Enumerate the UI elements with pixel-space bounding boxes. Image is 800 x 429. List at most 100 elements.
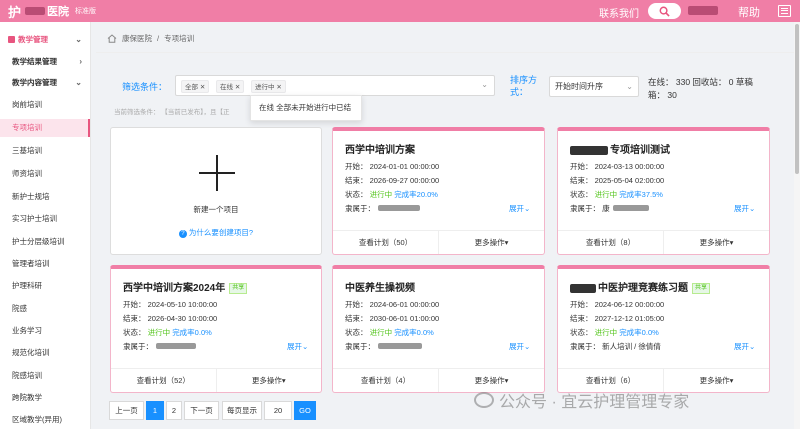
card-status: 状态： 进行中 完成率0.0%: [570, 328, 659, 337]
card-owner: 隶属于：: [345, 203, 420, 214]
new-project-card[interactable]: 新建一个项目 ? 为什么要创建项目?: [110, 127, 322, 255]
prev-page-button[interactable]: 上一页: [109, 401, 144, 420]
card-end: 结束： 2027-12-12 01:05:00: [570, 314, 665, 323]
card-end: 结束： 2025-05-04 02:00:00: [570, 176, 665, 185]
sort-select[interactable]: 开始时间升序 ⌄: [549, 76, 639, 97]
sidebar-item-newnurse[interactable]: 新护士规培: [0, 188, 90, 206]
wechat-icon: [474, 392, 494, 408]
sidebar-item-manager[interactable]: 管理者培训: [0, 255, 90, 273]
hospital-name: 医院: [47, 6, 70, 18]
plus-icon[interactable]: [199, 155, 235, 191]
project-card: 西学中培训方案 开始： 2024-01-01 00:00:00 结束： 2026…: [332, 127, 545, 255]
home-icon[interactable]: [107, 34, 117, 43]
sidebar-item-special[interactable]: 专项培训: [0, 119, 90, 137]
expand-link[interactable]: 展开⌄: [734, 203, 755, 214]
filter-tag-all: 全部 ✕: [181, 80, 210, 93]
card-start: 开始： 2024-01-01 00:00:00: [345, 162, 440, 171]
card-title[interactable]: 中医护理竞赛练习题 共享: [570, 279, 711, 294]
logo: 护: [8, 4, 22, 20]
per-page-input[interactable]: 20: [264, 401, 292, 420]
menu-icon[interactable]: [778, 5, 791, 17]
chevron-down-icon: ⌄: [302, 342, 309, 351]
close-icon[interactable]: ✕: [235, 84, 240, 91]
stats-text: 在线： 330 回收站： 0 草稿 箱： 30: [648, 77, 753, 100]
card-status: 状态： 进行中 完成率0.0%: [123, 328, 212, 337]
expand-link[interactable]: 展开⌄: [509, 203, 530, 214]
sidebar-item-content[interactable]: 教学内容管理 ⌄: [0, 74, 90, 92]
filter-label: 筛选条件：: [122, 82, 168, 92]
sidebar-item-study[interactable]: 业务学习: [0, 322, 90, 340]
card-owner: 隶属于：: [345, 341, 422, 352]
view-plan-button[interactable]: 查看计划（8）: [558, 231, 663, 254]
caret-down-icon: ▾: [504, 376, 509, 385]
filter-tag-online: 在线 ✕: [216, 80, 245, 93]
view-plan-button[interactable]: 查看计划（52）: [111, 369, 216, 392]
next-page-button[interactable]: 下一页: [184, 401, 219, 420]
breadcrumb-separator: /: [157, 34, 160, 43]
page-1-button[interactable]: 1: [146, 401, 164, 420]
card-start: 开始： 2024-06-12 00:00:00: [570, 300, 665, 309]
current-filter-text: 当前筛选条件： 【当前已发布】，且【正: [114, 109, 230, 116]
help-link[interactable]: 帮助: [738, 4, 760, 20]
card-footer: 查看计划（8） 更多操作▾: [558, 230, 769, 254]
card-title[interactable]: 西学中培训方案2024年 共享: [123, 279, 248, 294]
dropdown-options[interactable]: 在线 全部未开始进行中已结: [259, 103, 351, 112]
filter-dropdown[interactable]: 在线 全部未开始进行中已结: [250, 95, 362, 121]
view-plan-button[interactable]: 查看计划（50）: [333, 231, 438, 254]
sidebar-item-results[interactable]: 教学结果管理 ›: [0, 53, 90, 71]
new-project-label: 新建一个项目: [193, 205, 239, 214]
go-button[interactable]: GO: [294, 401, 316, 420]
card-end: 结束： 2026-04-30 10:00:00: [123, 314, 218, 323]
contact-link[interactable]: 联系我们: [599, 5, 639, 20]
more-actions-button[interactable]: 更多操作▾: [438, 231, 544, 254]
user-info[interactable]: [688, 6, 718, 15]
expand-link[interactable]: 展开⌄: [287, 341, 308, 352]
card-end: 结束： 2030-06-01 01:00:00: [345, 314, 440, 323]
card-footer: 查看计划（52） 更多操作▾: [111, 368, 321, 392]
page-2-button[interactable]: 2: [166, 401, 182, 420]
filter-select[interactable]: 全部 ✕ 在线 ✕ 进行中 ✕ ⌄: [175, 75, 495, 96]
search-button[interactable]: [648, 3, 681, 19]
chevron-down-icon: ⌄: [75, 35, 82, 44]
sidebar-item-infection-training[interactable]: 院感培训: [0, 367, 90, 385]
chevron-down-icon: ⌄: [481, 80, 488, 89]
sidebar-item-regional[interactable]: 区域教学(异用): [0, 411, 90, 429]
scrollbar-thumb[interactable]: [795, 24, 799, 174]
new-project-help-link[interactable]: ? 为什么要创建项目?: [111, 227, 321, 238]
sidebar-item-prejob[interactable]: 岗前培训: [0, 96, 90, 114]
more-actions-button[interactable]: 更多操作▾: [215, 369, 322, 392]
card-title[interactable]: 中医养生操视频: [345, 279, 415, 294]
breadcrumb-item-hospital[interactable]: 康保医院: [122, 33, 152, 44]
sidebar-item-infection[interactable]: 院感: [0, 300, 90, 318]
caret-down-icon: ▾: [281, 376, 286, 385]
breadcrumb-item-current: 专项培训: [164, 34, 195, 43]
view-plan-button[interactable]: 查看计划（4）: [333, 369, 438, 392]
chevron-down-icon: ⌄: [524, 342, 531, 351]
card-title[interactable]: 西学中培训方案: [345, 141, 415, 156]
sidebar-item-teaching[interactable]: 教学管理 ⌄: [0, 31, 90, 49]
expand-link[interactable]: 展开⌄: [734, 341, 755, 352]
filter-tag-ongoing: 进行中 ✕: [251, 80, 286, 93]
version-label: 标准版: [75, 8, 97, 15]
project-card: 中医护理竞赛练习题 共享 开始： 2024-06-12 00:00:00 结束： …: [557, 265, 770, 393]
expand-link[interactable]: 展开⌄: [509, 341, 530, 352]
sidebar-item-cross-hospital[interactable]: 跨院教学: [0, 389, 90, 407]
divider: [96, 52, 796, 53]
sidebar-item-intern[interactable]: 实习护士培训: [0, 210, 90, 228]
sidebar-item-standard[interactable]: 规范化培训: [0, 344, 90, 362]
sidebar-item-teacher[interactable]: 师资培训: [0, 165, 90, 183]
project-card: 专项培训测试 开始： 2024-03-13 00:00:00 结束： 2025-…: [557, 127, 770, 255]
close-icon[interactable]: ✕: [200, 84, 205, 91]
breadcrumb: 康保医院 / 专项培训: [107, 33, 194, 44]
share-badge: 共享: [692, 282, 711, 294]
sidebar-item-sanji[interactable]: 三基培训: [0, 142, 90, 160]
card-start: 开始： 2024-05-10 10:00:00: [123, 300, 218, 309]
sidebar-item-tiered[interactable]: 护士分层级培训: [0, 233, 90, 251]
chevron-down-icon: ⌄: [749, 204, 756, 213]
card-title[interactable]: 专项培训测试: [570, 141, 670, 156]
more-actions-button[interactable]: 更多操作▾: [663, 231, 769, 254]
book-icon: [8, 36, 15, 43]
close-icon[interactable]: ✕: [276, 84, 281, 91]
caret-down-icon: ▾: [729, 376, 734, 385]
sidebar-item-research[interactable]: 护理科研: [0, 277, 90, 295]
